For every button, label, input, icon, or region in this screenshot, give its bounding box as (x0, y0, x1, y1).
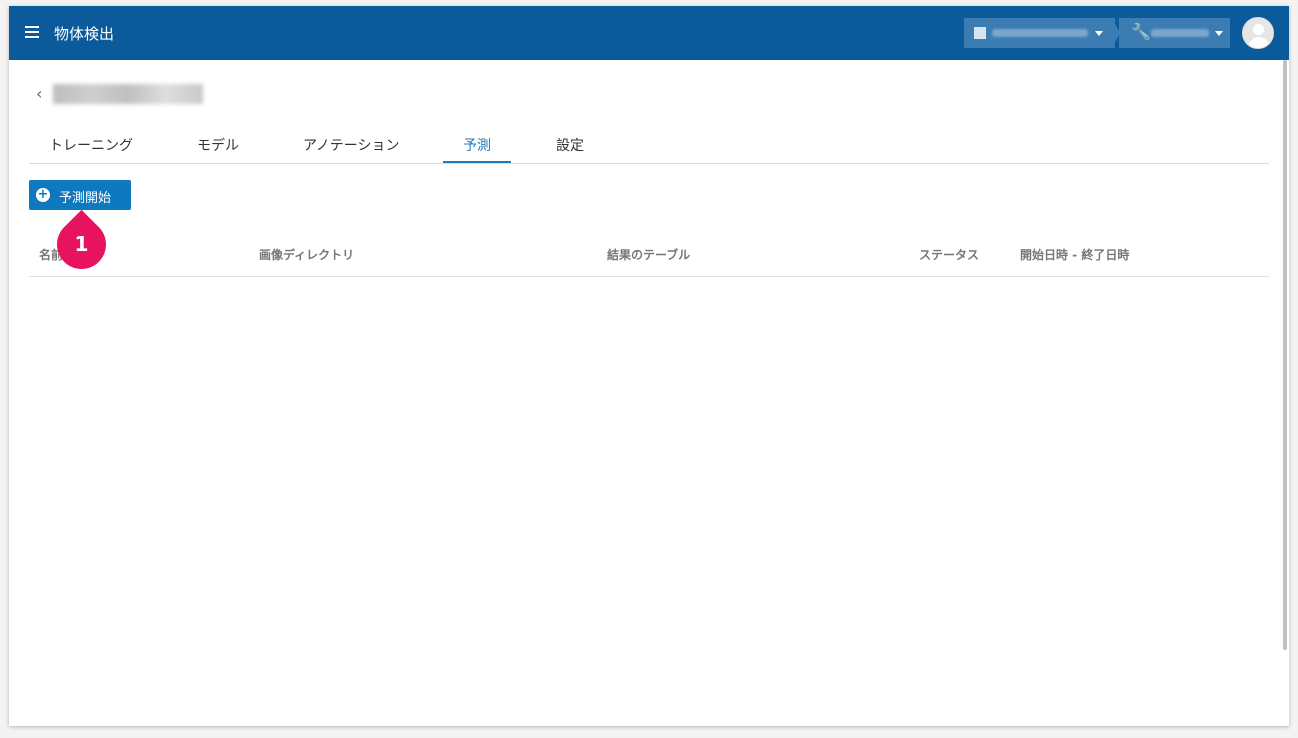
column-header-datetime[interactable]: 開始日時 - 終了日時 (1020, 246, 1129, 263)
column-header-status[interactable]: ステータス (919, 246, 979, 263)
app-title: 物体検出 (54, 25, 115, 43)
project-selector[interactable]: 🔧 (1119, 18, 1230, 48)
vertical-scrollbar[interactable] (1283, 60, 1287, 650)
page-title-redacted (53, 84, 203, 104)
column-header-image-directory[interactable]: 画像ディレクトリ (259, 246, 354, 263)
start-prediction-button[interactable]: + 予測開始 (29, 180, 131, 210)
column-header-result-table[interactable]: 結果のテーブル (607, 246, 690, 263)
building-icon (974, 27, 986, 39)
organization-name-redacted (992, 29, 1088, 37)
start-prediction-label: 予測開始 (59, 191, 112, 206)
active-tab-indicator (443, 161, 511, 163)
tab-settings[interactable]: 設定 (556, 135, 584, 155)
caret-down-icon (1215, 31, 1223, 36)
tab-annotation[interactable]: アノテーション (303, 135, 399, 155)
tab-model[interactable]: モデル (197, 135, 239, 155)
tab-training[interactable]: トレーニング (49, 135, 133, 155)
table-header-divider (29, 276, 1269, 277)
app-window: 物体検出 🔧 ‹ トレーニング モデル アノテーション 予測 設定 + 予測開始… (9, 6, 1289, 726)
user-avatar[interactable] (1242, 17, 1274, 49)
project-name-redacted (1151, 29, 1209, 37)
plus-circle-icon: + (36, 187, 50, 202)
app-bar: 物体検出 🔧 (9, 6, 1289, 60)
wrench-icon: 🔧 (1131, 22, 1151, 41)
organization-selector[interactable] (964, 18, 1115, 48)
tab-bar: トレーニング モデル アノテーション 予測 設定 (29, 126, 1269, 164)
caret-down-icon (1095, 31, 1103, 36)
step-marker-label: 1 (74, 232, 89, 256)
menu-icon[interactable] (25, 26, 39, 38)
tab-prediction[interactable]: 予測 (463, 135, 491, 155)
back-chevron-icon[interactable]: ‹ (36, 86, 42, 102)
